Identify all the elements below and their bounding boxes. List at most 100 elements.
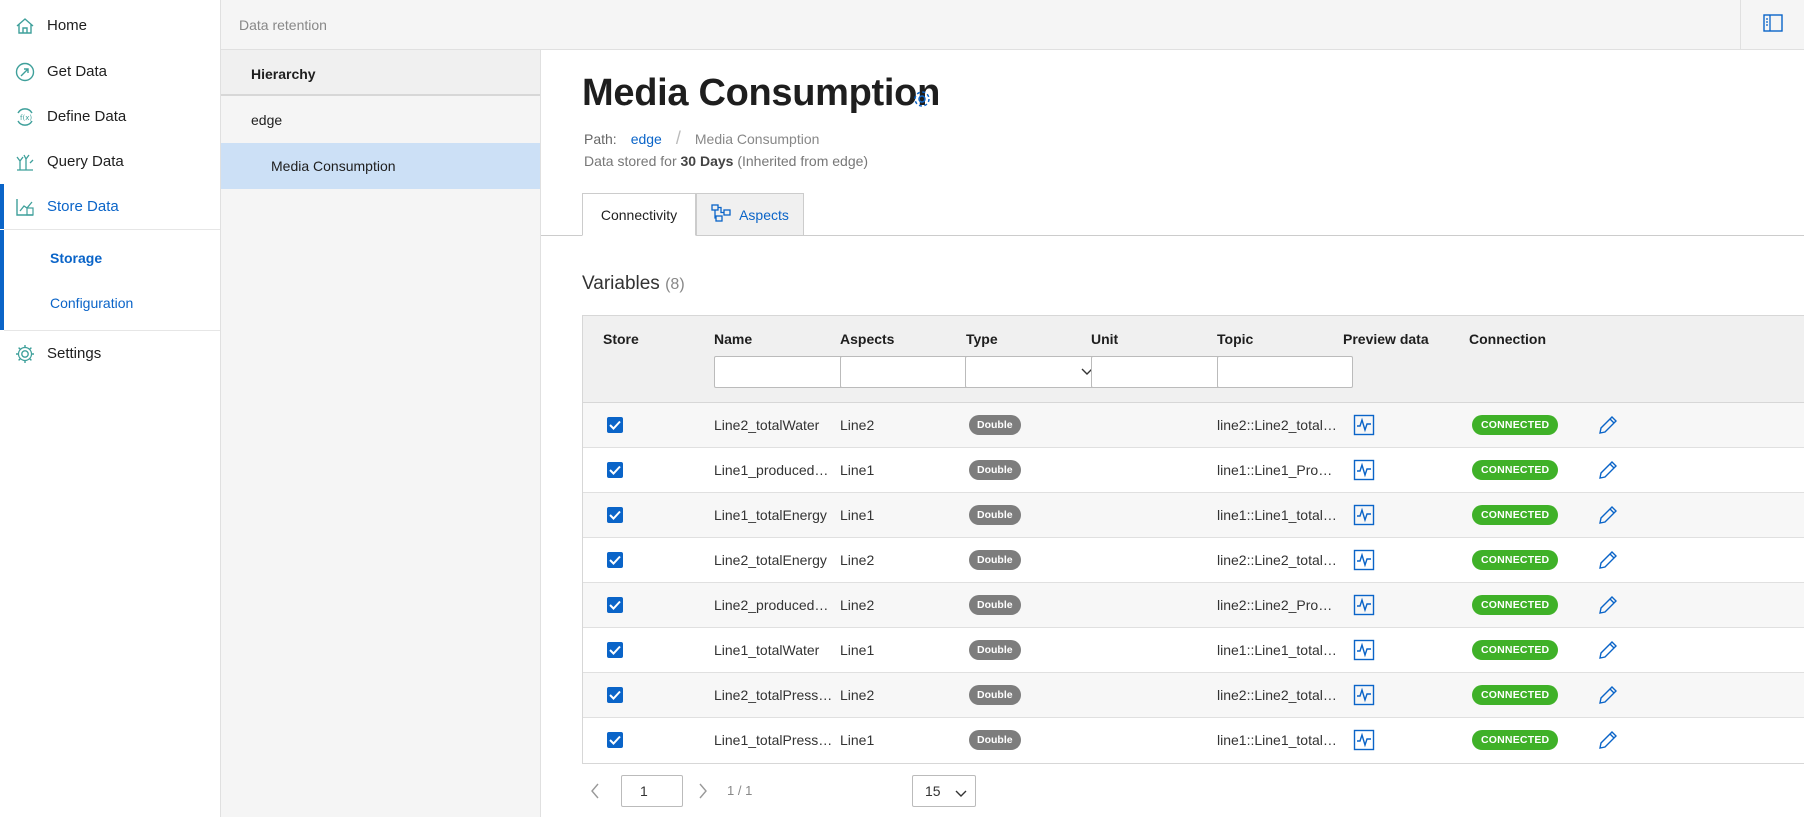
edit-pencil-icon[interactable] bbox=[1597, 639, 1619, 661]
top-bar: Data retention bbox=[221, 0, 1804, 50]
edit-pencil-icon[interactable] bbox=[1597, 459, 1619, 481]
preview-chart-icon[interactable] bbox=[1353, 594, 1375, 616]
variable-name: Line2_producedBott... bbox=[714, 597, 836, 613]
edit-pencil-icon[interactable] bbox=[1597, 549, 1619, 571]
tab-label: Connectivity bbox=[600, 206, 678, 223]
sidebar-item-label: Home bbox=[47, 17, 88, 34]
preview-chart-icon[interactable] bbox=[1353, 459, 1375, 481]
variables-heading: Variables (8) bbox=[582, 273, 685, 295]
table-row[interactable]: Line1_producedBott... Line1 Double line1… bbox=[583, 448, 1804, 493]
hierarchy-node-edge[interactable]: edge bbox=[221, 97, 540, 143]
unit-filter-input[interactable] bbox=[1091, 356, 1227, 388]
store-checkbox[interactable] bbox=[607, 417, 623, 433]
sidebar-item-home[interactable]: Home bbox=[0, 3, 220, 48]
page-size-select[interactable]: 15 bbox=[912, 775, 976, 807]
type-badge: Double bbox=[969, 595, 1021, 615]
settings-gear-icon[interactable] bbox=[911, 88, 933, 115]
table-row[interactable]: Line1_totalEnergy Line1 Double line1::Li… bbox=[583, 493, 1804, 538]
subnav-item-configuration[interactable]: Configuration bbox=[50, 295, 133, 311]
previous-page-icon[interactable] bbox=[590, 783, 600, 802]
main-content: Media Consumption Path: edge / Media Con… bbox=[541, 50, 1804, 817]
variable-aspect: Line2 bbox=[840, 417, 875, 433]
column-header-topic[interactable]: Topic bbox=[1217, 331, 1253, 347]
variables-count: (8) bbox=[665, 276, 685, 293]
tab-aspects[interactable]: Aspects bbox=[696, 193, 804, 236]
store-checkbox[interactable] bbox=[607, 552, 623, 568]
retention-prefix: Data stored for bbox=[584, 153, 677, 169]
preview-chart-icon[interactable] bbox=[1353, 684, 1375, 706]
preview-chart-icon[interactable] bbox=[1353, 729, 1375, 751]
column-header-type[interactable]: Type bbox=[966, 331, 998, 347]
preview-chart-icon[interactable] bbox=[1353, 504, 1375, 526]
connection-status-badge: CONNECTED bbox=[1472, 730, 1559, 750]
column-header-aspects[interactable]: Aspects bbox=[840, 331, 894, 347]
table-row[interactable]: Line2_producedBott... Line2 Double line2… bbox=[583, 583, 1804, 628]
sidebar-item-label: Store Data bbox=[47, 198, 119, 215]
store-checkbox[interactable] bbox=[607, 687, 623, 703]
sidebar-item-label: Get Data bbox=[47, 63, 108, 80]
hierarchy-node-label: Media Consumption bbox=[271, 158, 396, 174]
edit-pencil-icon[interactable] bbox=[1597, 729, 1619, 751]
store-checkbox[interactable] bbox=[607, 732, 623, 748]
variable-topic: line1::Line1_totalWa... bbox=[1217, 642, 1339, 658]
name-filter-input[interactable] bbox=[714, 356, 850, 388]
type-badge: Double bbox=[969, 550, 1021, 570]
column-header-unit[interactable]: Unit bbox=[1091, 331, 1118, 347]
column-header-store[interactable]: Store bbox=[603, 331, 639, 347]
table-row[interactable]: Line1_totalPressure... Line1 Double line… bbox=[583, 718, 1804, 763]
subnav-item-storage[interactable]: Storage bbox=[50, 250, 102, 266]
table-row[interactable]: Line1_totalWater Line1 Double line1::Lin… bbox=[583, 628, 1804, 673]
type-badge: Double bbox=[969, 640, 1021, 660]
column-header-name[interactable]: Name bbox=[714, 331, 752, 347]
store-checkbox[interactable] bbox=[607, 462, 623, 478]
breadcrumb[interactable]: Data retention bbox=[239, 17, 327, 33]
column-header-connection[interactable]: Connection bbox=[1469, 331, 1546, 347]
path-link-edge[interactable]: edge bbox=[631, 131, 662, 147]
table-row[interactable]: Line2_totalWater Line2 Double line2::Lin… bbox=[583, 403, 1804, 448]
table-row[interactable]: Line2_totalEnergy Line2 Double line2::Li… bbox=[583, 538, 1804, 583]
edit-pencil-icon[interactable] bbox=[1597, 504, 1619, 526]
hierarchy-node-media-consumption[interactable]: Media Consumption bbox=[221, 143, 540, 189]
next-page-icon[interactable] bbox=[698, 783, 708, 802]
hierarchy-node-label: edge bbox=[251, 112, 283, 128]
edit-pencil-icon[interactable] bbox=[1597, 414, 1619, 436]
sidebar-item-get-data[interactable]: Get Data bbox=[0, 49, 220, 94]
variable-aspect: Line1 bbox=[840, 507, 875, 523]
variable-name: Line2_totalPressure... bbox=[714, 687, 836, 703]
type-filter-select[interactable] bbox=[965, 356, 1102, 388]
tab-connectivity[interactable]: Connectivity bbox=[582, 193, 696, 236]
preview-chart-icon[interactable] bbox=[1353, 414, 1375, 436]
page-number-input[interactable]: 1 bbox=[621, 775, 683, 807]
edit-pencil-icon[interactable] bbox=[1597, 684, 1619, 706]
sidebar-item-define-data[interactable]: f(x) Define Data bbox=[0, 94, 220, 139]
sidebar: Home Get Data f(x) Define Data Query Dat… bbox=[0, 0, 221, 817]
preview-chart-icon[interactable] bbox=[1353, 639, 1375, 661]
connection-status-badge: CONNECTED bbox=[1472, 550, 1559, 570]
retention-value: 30 Days bbox=[680, 153, 734, 169]
sidebar-item-settings[interactable]: Settings bbox=[0, 331, 220, 376]
type-badge: Double bbox=[969, 505, 1021, 525]
page-title: Media Consumption bbox=[582, 72, 940, 114]
hierarchy-title: Hierarchy bbox=[221, 50, 540, 96]
store-checkbox[interactable] bbox=[607, 597, 623, 613]
toggle-panel-button[interactable] bbox=[1740, 0, 1804, 50]
topic-filter-input[interactable] bbox=[1217, 356, 1353, 388]
define-data-icon: f(x) bbox=[14, 106, 36, 128]
variable-name: Line2_totalEnergy bbox=[714, 552, 827, 568]
path-current: Media Consumption bbox=[694, 130, 820, 147]
sidebar-item-store-data[interactable]: Store Data bbox=[0, 184, 220, 229]
variable-aspect: Line1 bbox=[840, 462, 875, 478]
table-row[interactable]: Line2_totalPressure... Line2 Double line… bbox=[583, 673, 1804, 718]
chevron-down-icon bbox=[955, 785, 967, 801]
store-checkbox[interactable] bbox=[607, 642, 623, 658]
connection-status-badge: CONNECTED bbox=[1472, 685, 1559, 705]
aspects-filter-input[interactable] bbox=[840, 356, 976, 388]
preview-chart-icon[interactable] bbox=[1353, 549, 1375, 571]
query-data-icon bbox=[14, 151, 36, 173]
table-header: Store Name Aspects Type Unit Topic Previ… bbox=[583, 316, 1804, 403]
sidebar-item-query-data[interactable]: Query Data bbox=[0, 139, 220, 184]
variable-aspect: Line1 bbox=[840, 732, 875, 748]
store-checkbox[interactable] bbox=[607, 507, 623, 523]
variable-topic: line2::Line2_totalEn... bbox=[1217, 552, 1339, 568]
edit-pencil-icon[interactable] bbox=[1597, 594, 1619, 616]
